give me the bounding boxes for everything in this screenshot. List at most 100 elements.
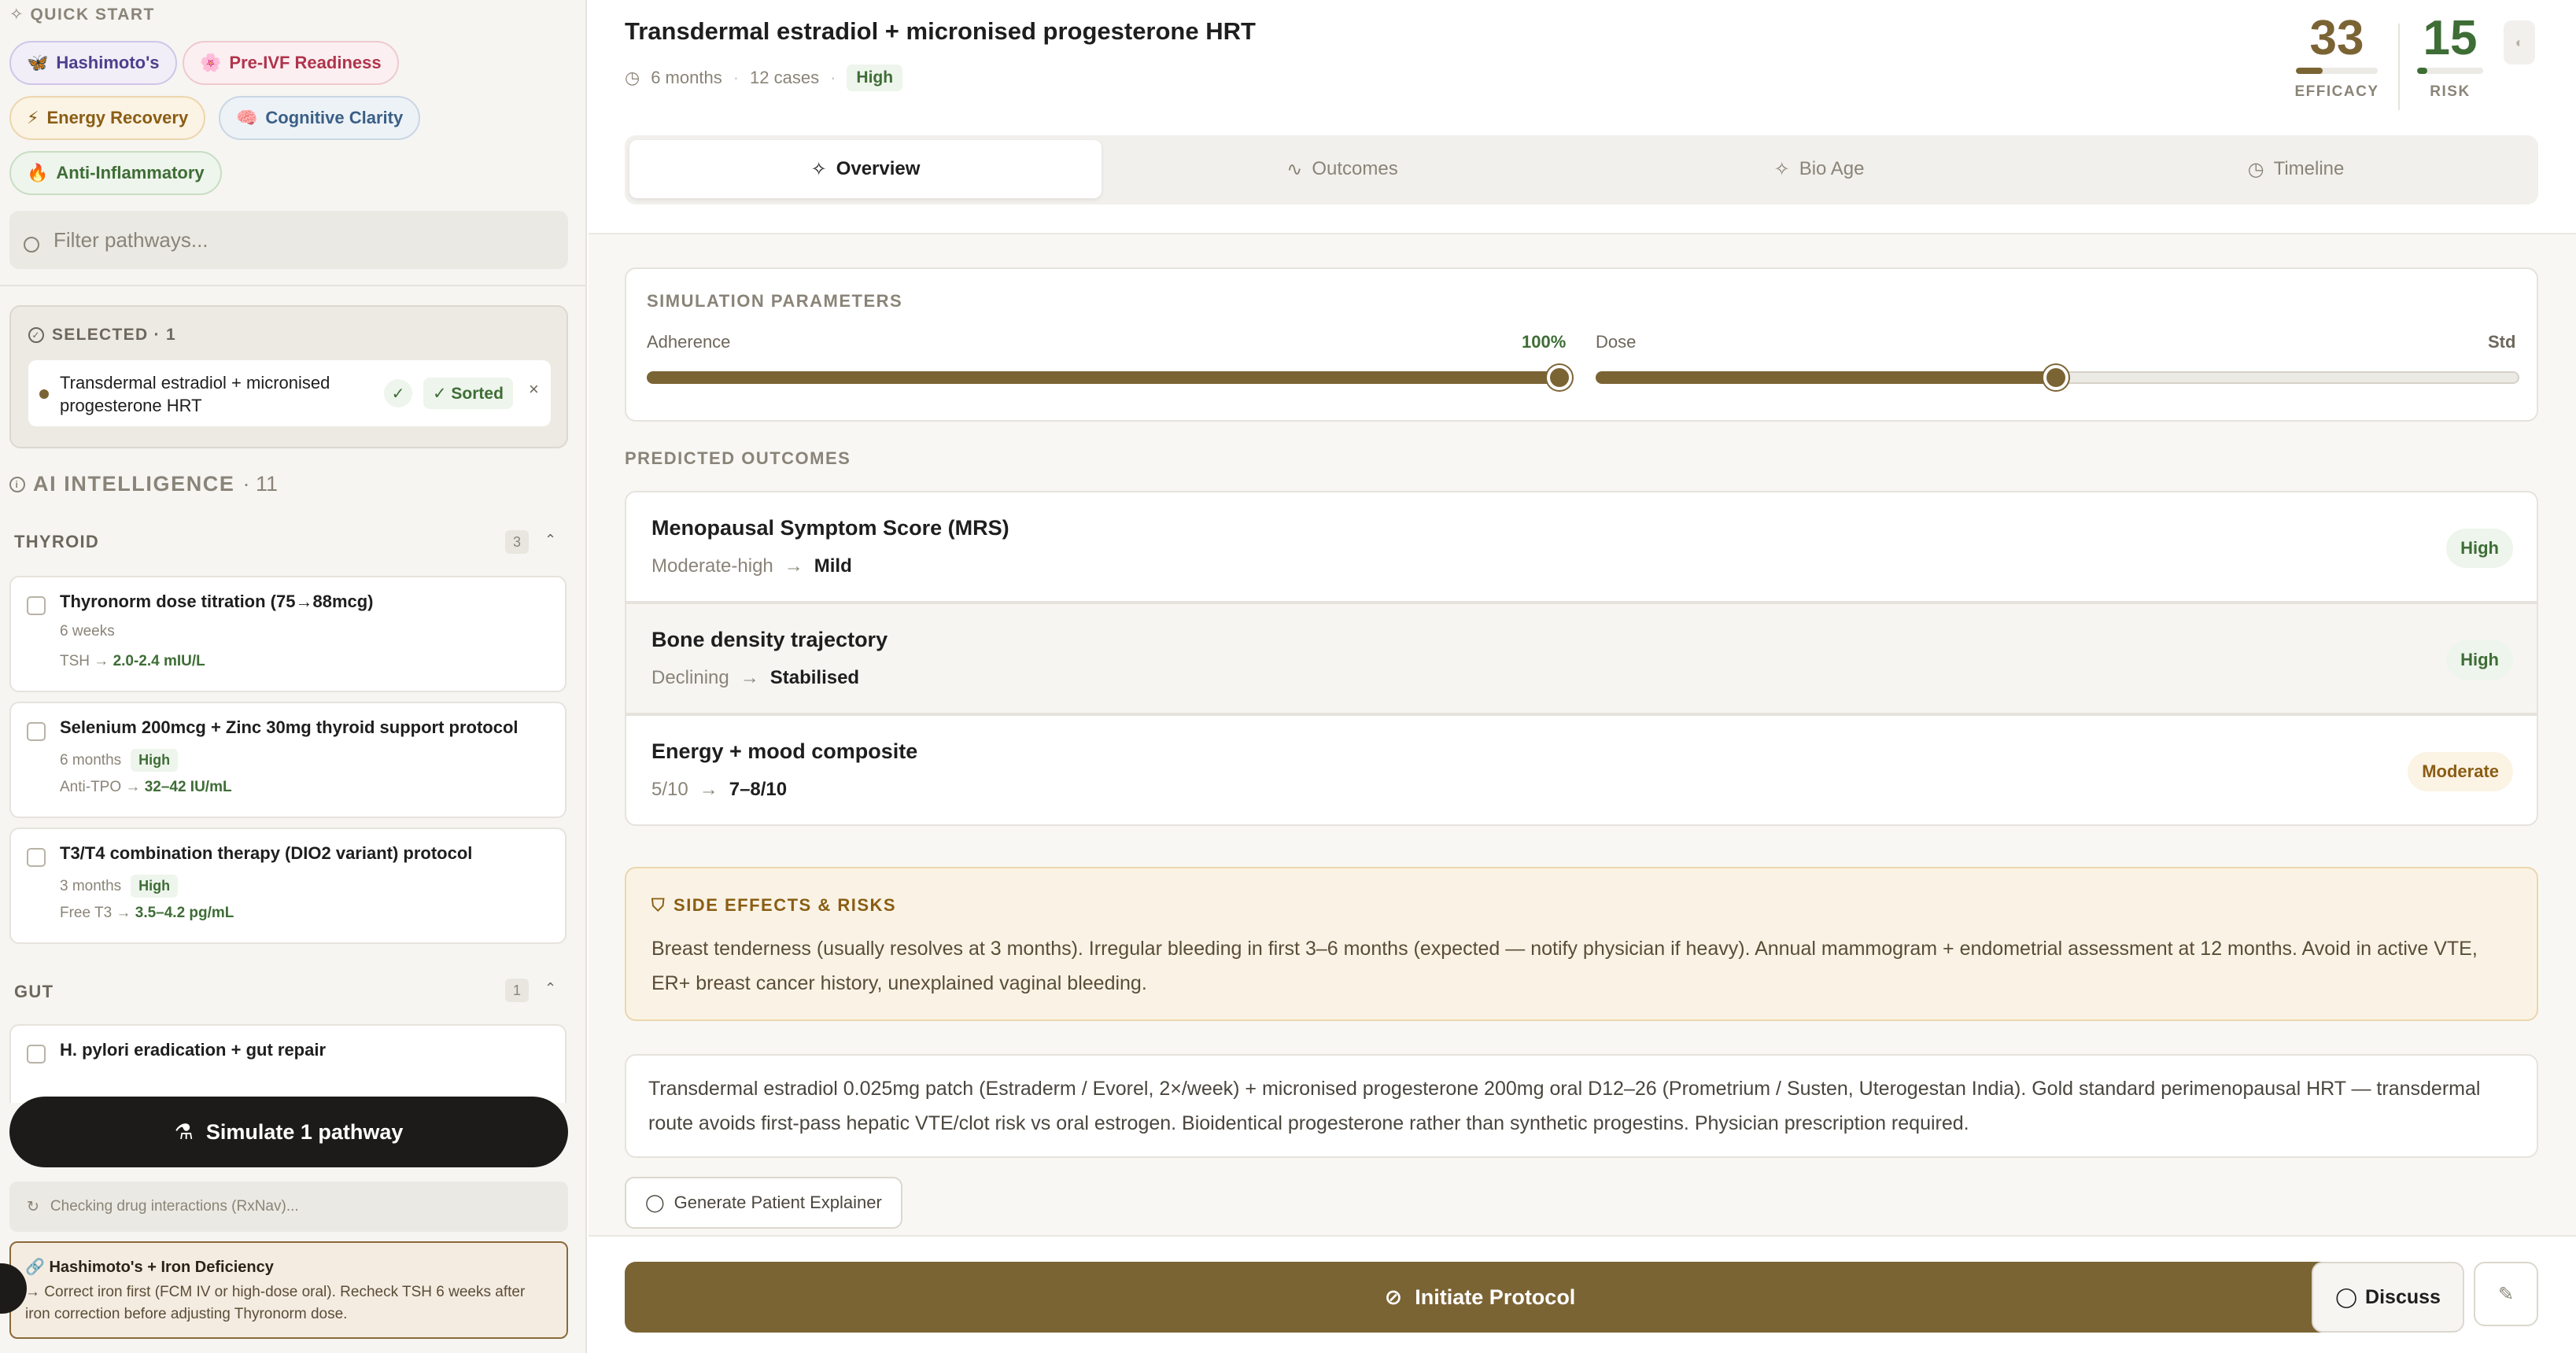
- settings-icon[interactable]: ◐: [2504, 20, 2535, 65]
- efficacy-label: EFFICACY: [2294, 83, 2379, 100]
- predicted-outcomes-heading: PREDICTED OUTCOMES: [625, 448, 851, 468]
- risk-score: 15 RISK: [2411, 11, 2489, 101]
- clock-icon: ◷: [625, 68, 640, 87]
- shield-icon: ⛉: [651, 895, 666, 915]
- chat-bubble-icon: ◯: [645, 1193, 665, 1212]
- interaction-check-status: ↻ Checking drug interactions (RxNav)...: [9, 1182, 568, 1232]
- adherence-slider-fill: [647, 371, 1559, 384]
- check-icon: ✓: [384, 379, 412, 407]
- divider: [2398, 24, 2400, 110]
- simulation-parameters-panel: SIMULATION PARAMETERS Adherence 100% Dos…: [625, 267, 2538, 422]
- side-effects-heading: ⛉ SIDE EFFECTS & RISKS: [651, 895, 897, 915]
- chevron-up-icon[interactable]: ⌃: [544, 980, 556, 997]
- sparkle-icon: ✧: [810, 158, 827, 180]
- chip-hashimotos[interactable]: 🦋 Hashimoto's: [9, 41, 177, 85]
- separator: ·: [733, 68, 740, 87]
- outcome-name: Energy + mood composite: [651, 739, 918, 763]
- protocol-description: Transdermal estradiol 0.025mg patch (Est…: [625, 1054, 2538, 1158]
- side-effects-panel: ⛉ SIDE EFFECTS & RISKS Breast tenderness…: [625, 867, 2538, 1021]
- chip-pre-ivf-readiness[interactable]: 🌸 Pre-IVF Readiness: [183, 41, 399, 85]
- quick-start-heading: ✧ QUICK START: [9, 6, 155, 24]
- selected-panel: ✓ SELECTED · 1 Transdermal estradiol + m…: [9, 305, 568, 448]
- category-gut[interactable]: GUT: [14, 982, 54, 1002]
- risk-label: RISK: [2430, 83, 2471, 100]
- pathway-checkbox[interactable]: [27, 1045, 46, 1064]
- chat-bubble-icon: ◯: [2335, 1286, 2358, 1308]
- check-circle-icon: ⊘: [1384, 1285, 1403, 1309]
- pathway-title: Selenium 200mcg + Zinc 30mg thyroid supp…: [60, 717, 519, 737]
- tab-timeline[interactable]: ◷ Timeline: [2060, 140, 2532, 198]
- adherence-slider[interactable]: [647, 365, 1572, 390]
- arrow-right-icon: →: [699, 779, 718, 800]
- sidebar: ✧ QUICK START 🦋 Hashimoto's 🌸 Pre-IVF Re…: [0, 0, 587, 1353]
- discuss-button[interactable]: ◯ Discuss: [2312, 1262, 2464, 1333]
- filter-pathways-input[interactable]: [54, 227, 541, 253]
- pathway-target: Anti-TPO → 32–42 IU/mL: [60, 779, 232, 795]
- outcome-row: Energy + mood composite 5/10 → 7–8/10 Mo…: [625, 714, 2538, 826]
- page-title: Transdermal estradiol + micronised proge…: [625, 17, 1256, 45]
- simulation-parameters-heading: SIMULATION PARAMETERS: [647, 291, 903, 311]
- clock-icon: ◷: [2247, 158, 2264, 180]
- evidence-badge: High: [847, 65, 903, 91]
- pathway-card[interactable]: Thyronorm dose titration (75→88mcg) 6 we…: [9, 576, 566, 692]
- pathway-title: Thyronorm dose titration (75→88mcg): [60, 592, 374, 611]
- ai-intelligence-heading: i AI INTELLIGENCE · 11: [9, 472, 278, 496]
- outcome-row: Bone density trajectory Declining → Stab…: [625, 603, 2538, 714]
- efficacy-value: 33: [2309, 11, 2364, 65]
- alert-title: 🔗 Hashimoto's + Iron Deficiency: [25, 1259, 274, 1276]
- risk-value: 15: [2423, 11, 2478, 65]
- tab-overview[interactable]: ✧ Overview: [629, 140, 1102, 198]
- protocol-meta: ◷ 6 months · 12 cases · High: [625, 65, 903, 91]
- chip-energy-recovery[interactable]: ⚡ Energy Recovery: [9, 96, 206, 140]
- category-thyroid[interactable]: THYROID: [14, 532, 99, 552]
- blossom-icon: 🌸: [200, 53, 222, 72]
- pathway-card[interactable]: T3/T4 combination therapy (DIO2 variant)…: [9, 828, 566, 944]
- status-dot: [39, 389, 49, 399]
- chip-anti-inflammatory[interactable]: 🔥 Anti-Inflammatory: [9, 151, 222, 195]
- evidence-badge: High: [131, 749, 179, 772]
- outcome-row: Menopausal Symptom Score (MRS) Moderate-…: [625, 491, 2538, 603]
- simulate-button[interactable]: ⚗ Simulate 1 pathway: [9, 1097, 568, 1167]
- dose-slider[interactable]: [1596, 365, 2519, 390]
- pathway-checkbox[interactable]: [27, 848, 46, 867]
- arrow-right-icon: →: [784, 555, 803, 577]
- case-count: 12 cases: [750, 68, 820, 87]
- divider: [0, 285, 585, 286]
- close-icon[interactable]: ×: [529, 379, 539, 400]
- pathway-card[interactable]: Selenium 200mcg + Zinc 30mg thyroid supp…: [9, 702, 566, 818]
- sorted-badge: ✓ Sorted: [423, 378, 513, 409]
- pathway-meta: 3 months High: [60, 875, 179, 898]
- pencil-icon[interactable]: ✎: [2474, 1262, 2538, 1326]
- generate-patient-explainer-button[interactable]: ◯ Generate Patient Explainer: [625, 1177, 902, 1229]
- adherence-slider-handle[interactable]: [1547, 365, 1572, 390]
- initiate-protocol-button[interactable]: ⊘ Initiate Protocol: [625, 1262, 2335, 1333]
- pathway-checkbox[interactable]: [27, 596, 46, 615]
- pathway-checkbox[interactable]: [27, 722, 46, 741]
- action-footer: ⊘ Initiate Protocol ◯ Discuss ✎: [589, 1235, 2576, 1353]
- pathway-card[interactable]: H. pylori eradication + gut repair: [9, 1024, 566, 1103]
- dose-slider-handle[interactable]: [2043, 365, 2069, 390]
- pulse-icon: ∿: [1286, 158, 1303, 180]
- filter-box: [9, 211, 568, 269]
- alert-body: → Correct iron first (FCM IV or high-dos…: [25, 1284, 526, 1322]
- duration: 6 months: [651, 68, 722, 87]
- selected-pathway-card[interactable]: Transdermal estradiol + micronised proge…: [28, 360, 551, 426]
- chip-cognitive-clarity[interactable]: 🧠 Cognitive Clarity: [219, 96, 421, 140]
- pathway-meta: 6 weeks: [60, 623, 115, 640]
- confidence-badge: High: [2446, 640, 2513, 680]
- pathway-title: H. pylori eradication + gut repair: [60, 1040, 327, 1060]
- dose-slider-fill: [1596, 371, 2056, 384]
- selected-pathway-title: Transdermal estradiol + micronised proge…: [60, 373, 330, 415]
- tab-bar: ✧ Overview ∿ Outcomes ✧ Bio Age ◷ Timeli…: [625, 135, 2538, 205]
- efficacy-bar-fill: [2296, 68, 2323, 74]
- evidence-badge: High: [131, 875, 179, 898]
- tab-outcomes[interactable]: ∿ Outcomes: [1106, 140, 1578, 198]
- pathway-target: Free T3 → 3.5–4.2 pg/mL: [60, 905, 234, 921]
- chevron-up-icon[interactable]: ⌃: [544, 532, 556, 548]
- tab-bio-age[interactable]: ✧ Bio Age: [1583, 140, 2055, 198]
- efficacy-bar: [2296, 68, 2378, 74]
- arrow-right-icon: →: [740, 667, 759, 688]
- confidence-badge: High: [2446, 529, 2513, 568]
- butterfly-icon: 🦋: [27, 53, 49, 72]
- dose-label: Dose: [1596, 332, 1637, 352]
